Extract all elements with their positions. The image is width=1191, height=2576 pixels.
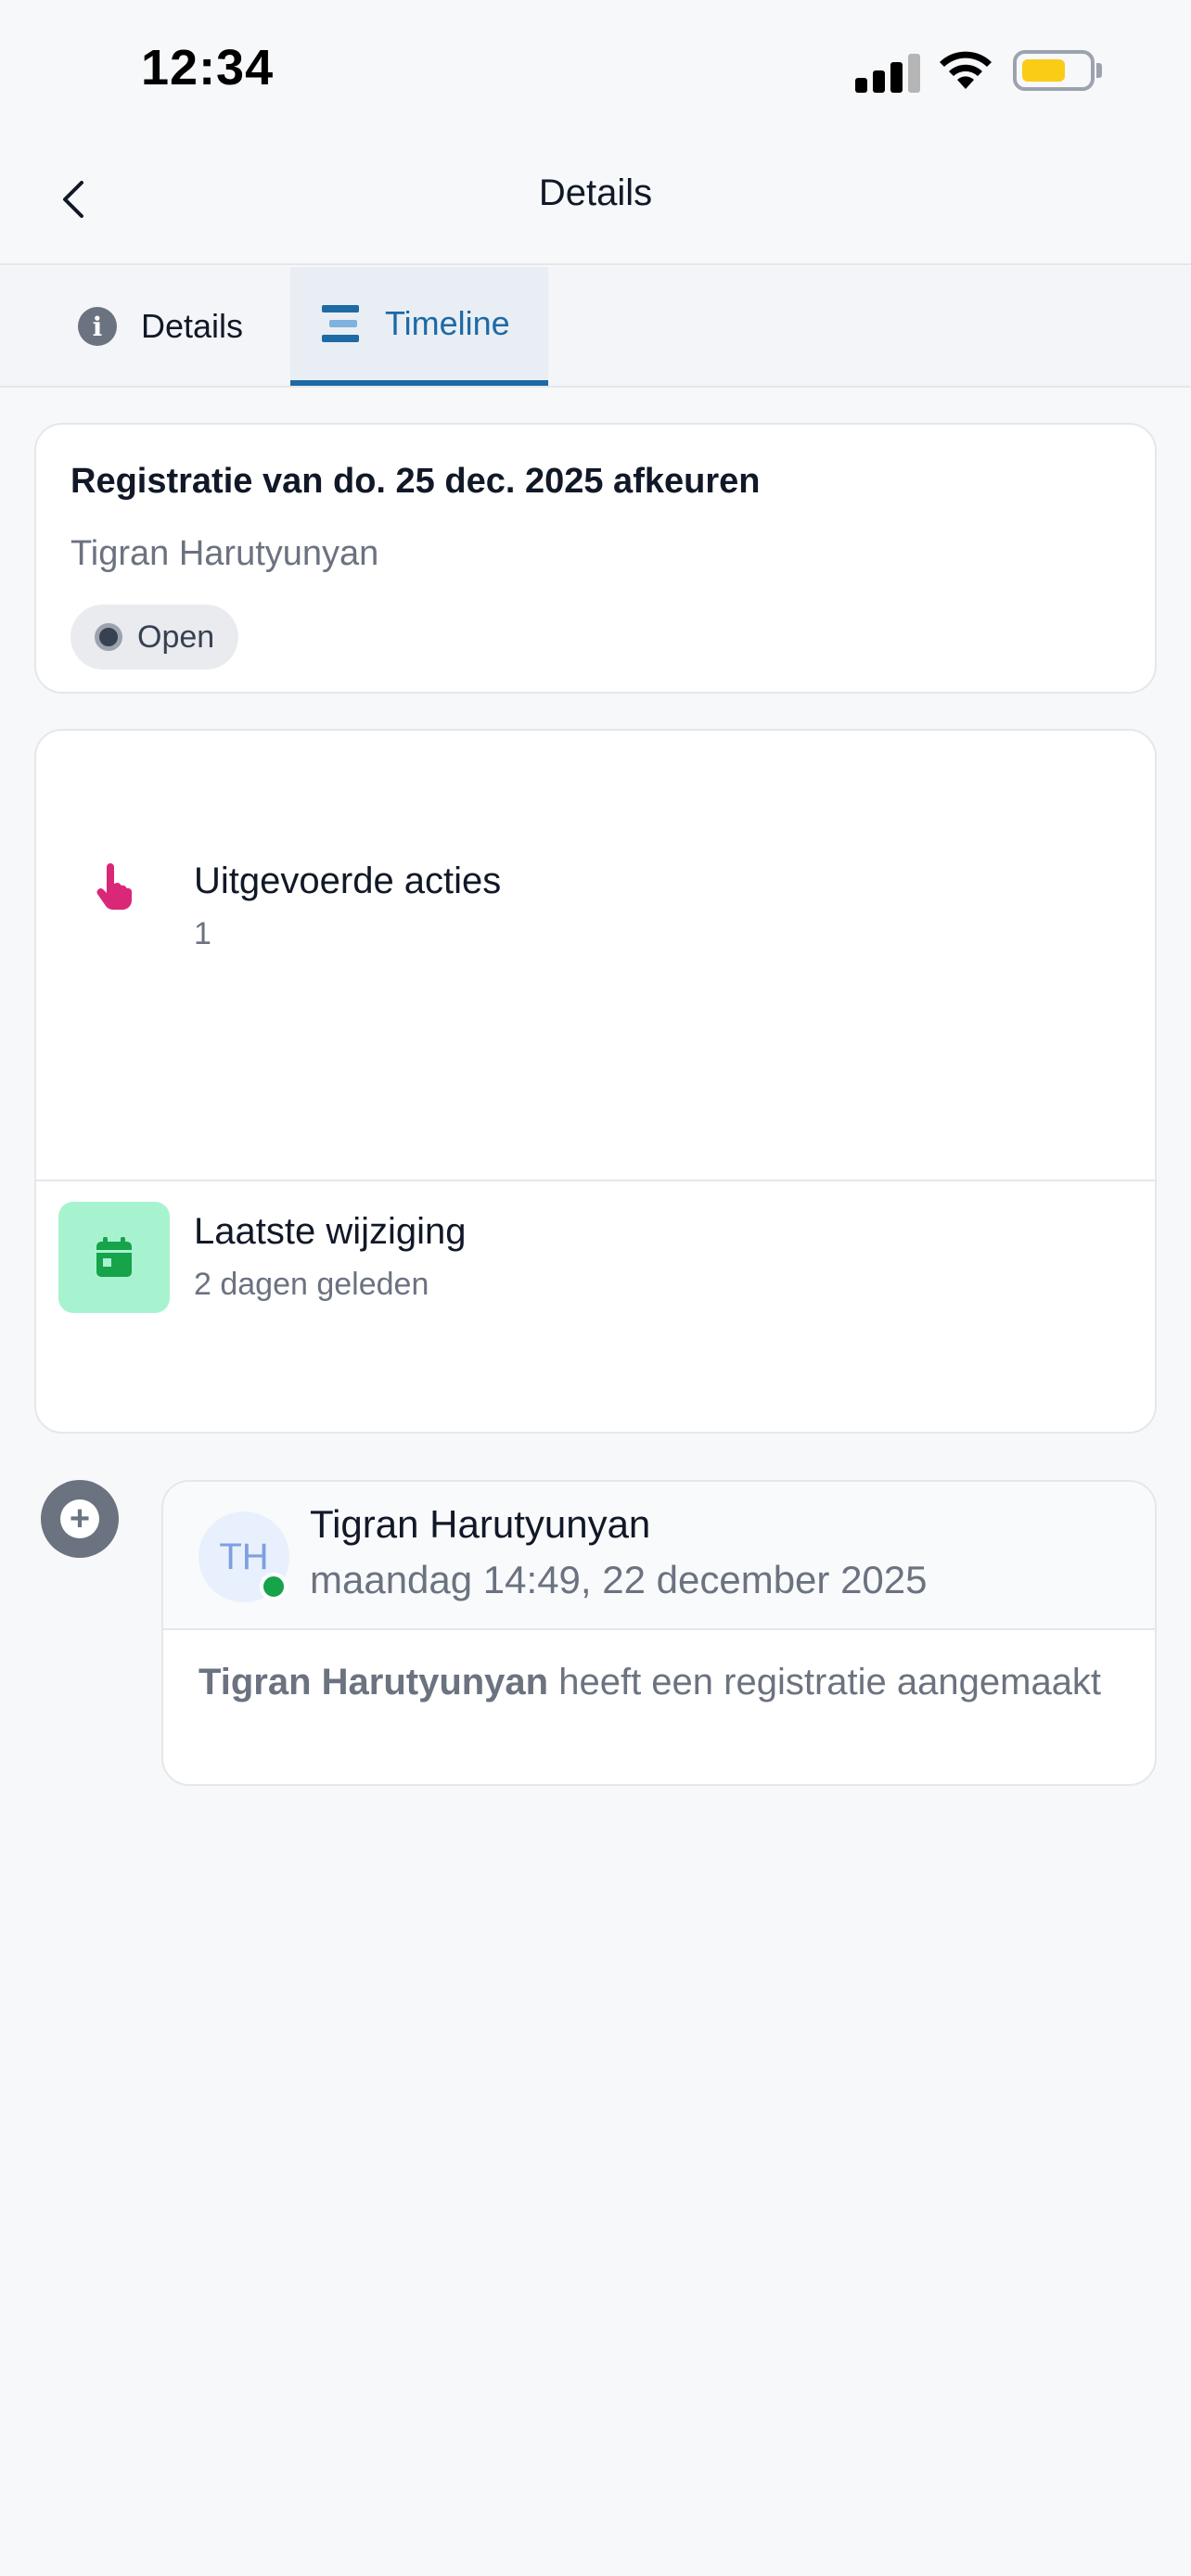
timeline-entry[interactable]: TH Tigran Harutyunyan maandag 14:49, 22 … <box>161 1480 1157 1786</box>
timeline-entry-description: Tigran Harutyunyan heeft een registratie… <box>198 1654 1126 1710</box>
tab-timeline-label: Timeline <box>385 304 510 342</box>
timeline-entry-header: TH Tigran Harutyunyan maandag 14:49, 22 … <box>163 1482 1155 1630</box>
battery-icon <box>1013 50 1102 91</box>
divider <box>36 1180 1155 1181</box>
info-icon: i <box>78 307 117 346</box>
stat-actions-value: 1 <box>194 916 211 951</box>
cellular-signal-icon <box>855 54 920 93</box>
timeline-entry-actor: Tigran Harutyunyan <box>198 1662 549 1702</box>
timeline-entry-name: Tigran Harutyunyan <box>310 1502 651 1546</box>
timeline-icon <box>322 305 361 342</box>
registration-title-suffix: afkeuren <box>603 462 761 501</box>
status-bar: 12:34 <box>0 0 1191 139</box>
timeline-marker: + <box>41 1480 119 1558</box>
tab-details-label: Details <box>141 307 244 345</box>
plus-circle-icon: + <box>60 1499 99 1538</box>
stat-last-change-label: Laatste wijziging <box>194 1211 467 1252</box>
registration-person: Tigran Harutyunyan <box>70 534 379 573</box>
timeline-entry-timestamp: maandag 14:49, 22 december 2025 <box>310 1558 928 1601</box>
stat-last-change-value: 2 dagen geleden <box>194 1267 429 1302</box>
status-badge: Open <box>70 605 239 670</box>
tab-timeline[interactable]: Timeline <box>290 267 548 386</box>
status-time: 12:34 <box>141 40 275 96</box>
page-title: Details <box>538 172 653 213</box>
online-status-dot <box>260 1573 288 1600</box>
timeline-entry-action: heeft een registratie aangemaakt <box>548 1662 1102 1702</box>
stat-last-change-icon-box <box>58 1202 170 1313</box>
registration-card: Registratie van do. 25 dec. 2025 afkeure… <box>34 423 1157 694</box>
tab-details[interactable]: i Details <box>46 267 275 386</box>
registration-date: do. 25 dec. 2025 <box>333 462 604 501</box>
stats-card: Uitgevoerde acties 1 Laatste wijziging 2… <box>34 729 1157 1434</box>
stat-actions-icon-box <box>58 831 170 942</box>
status-label: Open <box>137 618 215 655</box>
stat-actions-label: Uitgevoerde acties <box>194 861 502 901</box>
registration-title-prefix: Registratie van <box>70 462 333 501</box>
navigation-bar: Details <box>0 139 1191 265</box>
wifi-icon <box>940 51 992 89</box>
calendar-icon <box>96 1237 132 1277</box>
pointer-hand-icon <box>96 863 132 910</box>
tab-bar: i Details Timeline <box>0 267 1191 388</box>
status-dot-icon <box>95 623 122 651</box>
registration-title: Registratie van do. 25 dec. 2025 afkeure… <box>70 462 760 502</box>
